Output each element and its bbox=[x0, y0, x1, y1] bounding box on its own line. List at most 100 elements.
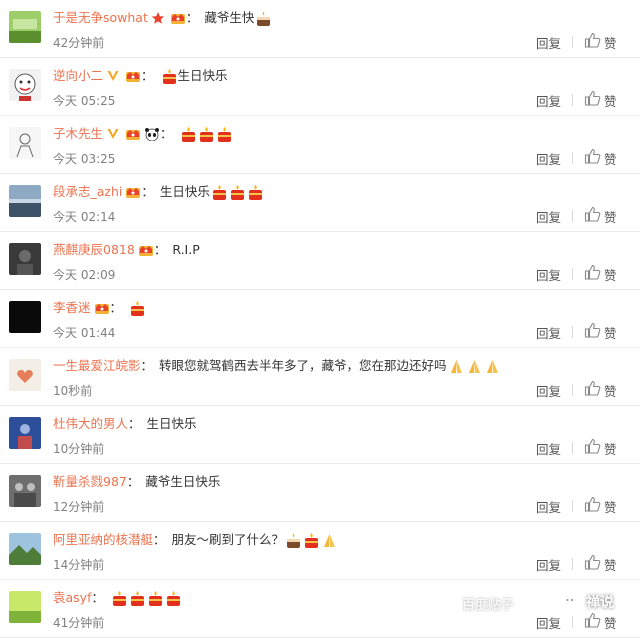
divider bbox=[572, 500, 573, 512]
username[interactable]: 阿里亚纳的核潜艇 bbox=[53, 531, 153, 549]
comment-line: 靳量杀戮987： 藏爷生日快乐 bbox=[53, 473, 220, 491]
timestamp: 42分钟前 bbox=[53, 36, 105, 50]
pray-emoji-icon bbox=[484, 358, 501, 375]
avatar[interactable] bbox=[9, 69, 41, 101]
comment-row: 袁asyf： 41分钟前 回复 赞 bbox=[0, 580, 640, 638]
reply-button[interactable]: 回复 bbox=[536, 497, 561, 516]
reply-button[interactable]: 回复 bbox=[536, 91, 561, 110]
username[interactable]: 于是无争sowhat bbox=[53, 9, 148, 27]
divider bbox=[572, 384, 573, 396]
candle-emoji-icon bbox=[229, 184, 246, 201]
username[interactable]: 袁asyf bbox=[53, 589, 91, 607]
comment-line: 于是无争sowhat ： 藏爷生快 bbox=[53, 9, 272, 27]
like-button[interactable]: 赞 bbox=[584, 32, 617, 52]
avatar[interactable] bbox=[9, 475, 41, 507]
username[interactable]: 段承志_azhi bbox=[53, 183, 122, 201]
avatar[interactable] bbox=[9, 243, 41, 275]
thumbs-up-icon bbox=[584, 32, 601, 52]
v-badge-icon bbox=[106, 69, 122, 83]
username[interactable]: 靳量杀戮987 bbox=[53, 473, 127, 491]
avatar[interactable] bbox=[9, 533, 41, 565]
panda-badge-icon bbox=[144, 127, 160, 141]
timestamp: 今天 03:25 bbox=[53, 152, 116, 166]
like-button[interactable]: 赞 bbox=[584, 380, 617, 400]
like-button[interactable]: 赞 bbox=[584, 322, 617, 342]
like-label: 赞 bbox=[604, 441, 617, 457]
username[interactable]: 子木先生 bbox=[53, 125, 103, 143]
colon: ： bbox=[141, 68, 154, 83]
avatar[interactable] bbox=[9, 11, 41, 43]
like-button[interactable]: 赞 bbox=[584, 554, 617, 574]
divider bbox=[572, 326, 573, 338]
divider bbox=[572, 268, 573, 280]
star-badge-icon bbox=[151, 11, 167, 25]
comment-text: 朋友～刷到了什么？ bbox=[171, 532, 285, 547]
reply-button[interactable]: 回复 bbox=[536, 323, 561, 342]
comment-row: 于是无争sowhat ： 藏爷生快 42分钟前 回复 赞 bbox=[0, 0, 640, 58]
username[interactable]: 一生最爱江皖影 bbox=[53, 357, 141, 375]
reply-button[interactable]: 回复 bbox=[536, 555, 561, 574]
divider bbox=[572, 152, 573, 164]
v-badge-icon bbox=[106, 127, 122, 141]
thumbs-up-icon bbox=[584, 438, 601, 458]
avatar[interactable] bbox=[9, 127, 41, 159]
reply-button[interactable]: 回复 bbox=[536, 265, 561, 284]
like-label: 赞 bbox=[604, 209, 617, 225]
divider bbox=[572, 36, 573, 48]
watermark-brand-label: 禅说 bbox=[586, 595, 614, 611]
like-button[interactable]: 赞 bbox=[584, 206, 617, 226]
like-label: 赞 bbox=[604, 35, 617, 51]
comment-line: 阿里亚纳的核潜艇： 朋友～刷到了什么？ bbox=[53, 531, 338, 549]
like-button[interactable]: 赞 bbox=[584, 90, 617, 110]
timestamp: 41分钟前 bbox=[53, 616, 105, 630]
crown-badge-icon bbox=[94, 301, 110, 315]
crown-badge-icon bbox=[125, 69, 141, 83]
reply-button[interactable]: 回复 bbox=[536, 381, 561, 400]
like-button[interactable]: 赞 bbox=[584, 264, 617, 284]
reply-button[interactable]: 回复 bbox=[536, 613, 561, 632]
reply-button[interactable]: 回复 bbox=[536, 33, 561, 52]
pray-emoji-icon bbox=[321, 532, 338, 549]
like-button[interactable]: 赞 bbox=[584, 438, 617, 458]
thumbs-up-icon bbox=[584, 554, 601, 574]
like-label: 赞 bbox=[604, 267, 617, 283]
comment-line: 逆向小二 ： 生日快乐 bbox=[53, 67, 228, 85]
comment-text: 生日快乐 bbox=[177, 68, 228, 83]
thumbs-up-icon bbox=[584, 206, 601, 226]
crown-badge-icon bbox=[138, 243, 154, 257]
thumbs-up-icon bbox=[584, 322, 601, 342]
comment-row: 逆向小二 ： 生日快乐今天 05:25 回复 赞 bbox=[0, 58, 640, 116]
reply-button[interactable]: 回复 bbox=[536, 439, 561, 458]
avatar[interactable] bbox=[9, 185, 41, 217]
crown-badge-icon bbox=[125, 127, 141, 141]
like-button[interactable]: 赞 bbox=[584, 496, 617, 516]
avatar[interactable] bbox=[9, 359, 41, 391]
cake-emoji-icon bbox=[255, 10, 272, 27]
comment-row: 阿里亚纳的核潜艇： 朋友～刷到了什么？ 14分钟前 回复 赞 bbox=[0, 522, 640, 580]
username[interactable]: 逆向小二 bbox=[53, 67, 103, 85]
crown-badge-icon bbox=[125, 185, 141, 199]
like-label: 赞 bbox=[604, 151, 617, 167]
like-button[interactable]: 赞 bbox=[584, 612, 617, 632]
candle-emoji-icon bbox=[165, 590, 182, 607]
avatar[interactable] bbox=[9, 591, 41, 623]
like-button[interactable]: 赞 bbox=[584, 148, 617, 168]
candle-emoji-icon bbox=[111, 590, 128, 607]
timestamp: 14分钟前 bbox=[53, 558, 105, 572]
username[interactable]: 燕麒庚辰0818 bbox=[53, 241, 135, 259]
avatar[interactable] bbox=[9, 301, 41, 333]
username[interactable]: 李香迷 bbox=[53, 299, 91, 317]
reply-button[interactable]: 回复 bbox=[536, 207, 561, 226]
colon: ： bbox=[153, 532, 166, 547]
divider bbox=[572, 442, 573, 454]
timestamp: 12分钟前 bbox=[53, 500, 105, 514]
colon: ： bbox=[153, 242, 167, 257]
timestamp: 今天 05:25 bbox=[53, 94, 116, 108]
avatar[interactable] bbox=[9, 417, 41, 449]
username[interactable]: 杜伟大的男人 bbox=[53, 415, 128, 433]
reply-button[interactable]: 回复 bbox=[536, 149, 561, 168]
comment-row: 杜伟大的男人： 生日快乐 10分钟前 回复 赞 bbox=[0, 406, 640, 464]
like-label: 赞 bbox=[604, 325, 617, 341]
timestamp: 今天 02:14 bbox=[53, 210, 116, 224]
wechat-icon bbox=[562, 594, 584, 610]
